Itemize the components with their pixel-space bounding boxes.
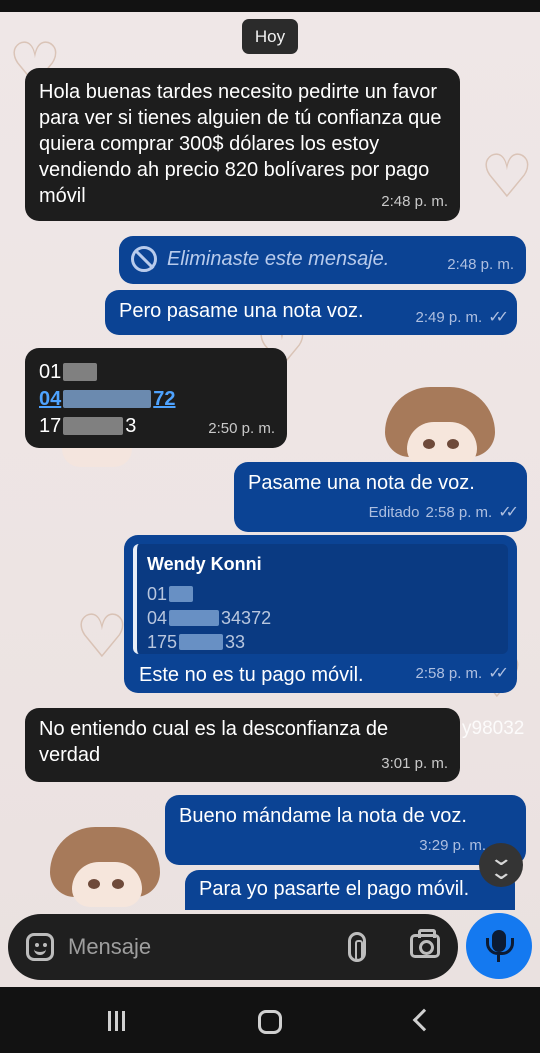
number-part: 01	[147, 584, 168, 604]
message-input[interactable]	[68, 928, 328, 966]
message-text: Pasame una nota de voz.	[248, 472, 475, 494]
redaction	[179, 634, 224, 650]
redaction	[63, 389, 152, 408]
heart-doodle: ♡	[75, 602, 129, 672]
voice-note-button[interactable]	[466, 913, 532, 979]
home-icon[interactable]	[258, 1010, 282, 1034]
recents-icon[interactable]	[108, 1011, 132, 1031]
message-time: 2:50 p. m.	[208, 416, 275, 442]
number-part: 72	[153, 387, 176, 410]
paperclip-icon[interactable]	[348, 932, 366, 962]
quoted-line: 175 33	[147, 630, 498, 654]
camera-icon[interactable]	[410, 929, 440, 958]
back-icon[interactable]	[412, 1008, 436, 1032]
message-time: 2:58 p. m. ✓✓	[415, 661, 509, 687]
message-bubble-reply[interactable]: Wendy Konni 01 04 34372 175 33 Este no e…	[124, 535, 517, 693]
message-bubble-incoming[interactable]: 01 04 72 17 3 2:50 p. m.	[25, 348, 287, 448]
message-time: 2:48 p. m.	[447, 252, 514, 278]
message-bubble-incoming[interactable]: Hola buenas tardes necesito pedirte un f…	[25, 68, 460, 221]
number-line: 01	[39, 358, 273, 385]
number-part: 175	[147, 632, 178, 652]
message-time: 3:01 p. m.	[381, 751, 448, 777]
message-time: 3:29 p. m.	[419, 833, 486, 859]
time-label: 2:58 p. m.	[425, 504, 493, 521]
quoted-line: 04 34372	[147, 606, 498, 630]
message-bubble-incoming[interactable]: No entiendo cual es la desconfianza de v…	[25, 708, 460, 782]
message-composer	[8, 914, 458, 980]
message-bubble-deleted[interactable]: Eliminaste este mensaje. 2:48 p. m.	[119, 236, 526, 284]
message-bubble-outgoing[interactable]: Pasame una nota de voz. Editado 2:58 p. …	[234, 462, 527, 532]
message-bubble-outgoing[interactable]: Para yo pasarte el pago móvil.	[185, 870, 515, 910]
redaction	[169, 610, 220, 626]
phone-link[interactable]: 04 72	[39, 385, 273, 412]
number-part: 3	[125, 414, 137, 437]
number-part: 17	[39, 414, 62, 437]
number-part: 01	[39, 360, 62, 383]
time-label: 2:48 p. m.	[447, 256, 514, 273]
double-check-icon: ✓✓	[488, 665, 509, 682]
character-sticker	[385, 387, 495, 467]
sticker-icon[interactable]	[26, 933, 54, 961]
character-sticker	[50, 827, 160, 907]
double-check-icon: ✓✓	[488, 309, 509, 326]
status-bar	[0, 0, 540, 12]
number-part: 34372	[221, 608, 272, 628]
time-label: 2:49 p. m.	[415, 309, 483, 326]
edited-label: Editado	[368, 504, 420, 521]
number-part: 04	[147, 608, 168, 628]
system-navigation-bar	[0, 987, 540, 1053]
microphone-icon	[486, 930, 514, 962]
deleted-label: Eliminaste este mensaje.	[167, 248, 390, 270]
date-chip: Hoy	[242, 19, 298, 54]
time-label: 3:01 p. m.	[381, 755, 448, 772]
number-part: 04	[39, 387, 62, 410]
heart-doodle: ♡	[480, 142, 534, 212]
message-bubble-outgoing[interactable]: Pero pasame una nota voz. 2:49 p. m. ✓✓	[105, 290, 517, 335]
time-label: 3:29 p. m.	[419, 837, 486, 854]
message-time: 2:48 p. m.	[381, 189, 448, 215]
message-text: Para yo pasarte el pago móvil.	[199, 878, 470, 900]
chevron-double-down-icon: ⌄ ⌄	[488, 845, 514, 884]
redaction	[169, 586, 194, 602]
redaction	[63, 416, 124, 435]
message-text: Bueno mándame la nota de voz.	[179, 805, 467, 827]
quoted-sender: Wendy Konni	[147, 554, 262, 574]
watermark: y98032	[462, 718, 525, 739]
scroll-to-bottom-button[interactable]: ⌄ ⌄	[479, 843, 523, 887]
message-time: 2:49 p. m. ✓✓	[415, 305, 509, 331]
quoted-message[interactable]: Wendy Konni 01 04 34372 175 33	[133, 544, 508, 654]
time-label: 2:58 p. m.	[415, 665, 483, 682]
redaction	[63, 362, 98, 381]
time-label: 2:48 p. m.	[381, 193, 448, 210]
quoted-line: 01	[147, 582, 498, 606]
message-bubble-outgoing[interactable]: Bueno mándame la nota de voz. 3:29 p. m.	[165, 795, 526, 865]
number-part: 33	[225, 632, 246, 652]
double-check-icon: ✓✓	[498, 504, 519, 521]
ban-icon	[131, 246, 157, 272]
message-time: Editado 2:58 p. m. ✓✓	[368, 500, 519, 526]
time-label: 2:50 p. m.	[208, 420, 275, 437]
